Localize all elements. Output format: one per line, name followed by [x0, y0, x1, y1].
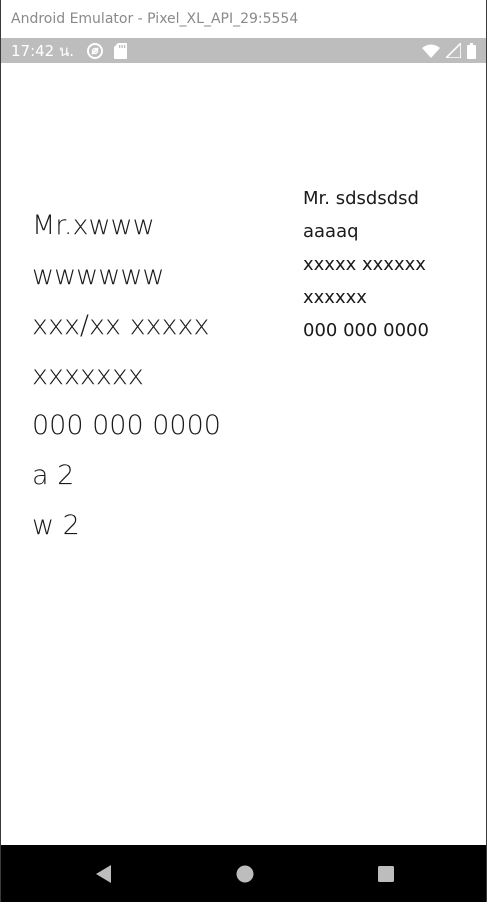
- recents-button[interactable]: [375, 863, 397, 885]
- navigation-bar: [1, 845, 486, 902]
- left-line: xxx/xx xxxxx: [32, 310, 210, 341]
- window-titlebar: Android Emulator - Pixel_XL_API_29:5554: [1, 0, 486, 38]
- status-left-icons: [86, 42, 128, 60]
- left-line: w 2: [32, 510, 80, 541]
- app-content: Mr.xwww wwwwww xxx/xx xxxxx xxxxxxx 000 …: [1, 63, 486, 845]
- home-icon: [236, 865, 254, 883]
- status-time: 17:42 น.: [11, 41, 75, 60]
- left-line: 000 000 0000: [32, 410, 221, 441]
- home-button[interactable]: [234, 863, 256, 885]
- wifi-icon: [422, 44, 440, 58]
- battery-icon: [467, 42, 476, 59]
- back-icon: [96, 865, 111, 883]
- cell-signal-icon: [446, 43, 461, 58]
- window-title: Android Emulator - Pixel_XL_API_29:5554: [11, 11, 299, 27]
- recents-icon: [378, 866, 394, 882]
- left-line: xxxxxxx: [32, 360, 144, 391]
- emulator-window: Android Emulator - Pixel_XL_API_29:5554 …: [0, 0, 487, 902]
- left-text-column: Mr.xwww wwwwww xxx/xx xxxxx xxxxxxx 000 …: [32, 201, 221, 551]
- back-button[interactable]: [93, 863, 115, 885]
- right-line: Mr. sdsdsdsd: [303, 188, 419, 209]
- right-line: 000 000 0000: [303, 320, 429, 341]
- left-line: Mr.xwww: [32, 210, 155, 241]
- left-line: a 2: [32, 460, 75, 491]
- right-text-column: Mr. sdsdsdsd aaaaq xxxxx xxxxxx xxxxxx 0…: [303, 182, 429, 347]
- right-line: xxxxx xxxxxx: [303, 254, 426, 275]
- left-line: wwwwww: [32, 260, 165, 291]
- right-line: aaaaq: [303, 221, 359, 242]
- right-line: xxxxxx: [303, 287, 367, 308]
- circle-slash-icon: [86, 42, 104, 60]
- status-right-icons: [422, 38, 476, 63]
- status-bar: 17:42 น.: [1, 38, 486, 63]
- sd-card-icon: [114, 42, 128, 59]
